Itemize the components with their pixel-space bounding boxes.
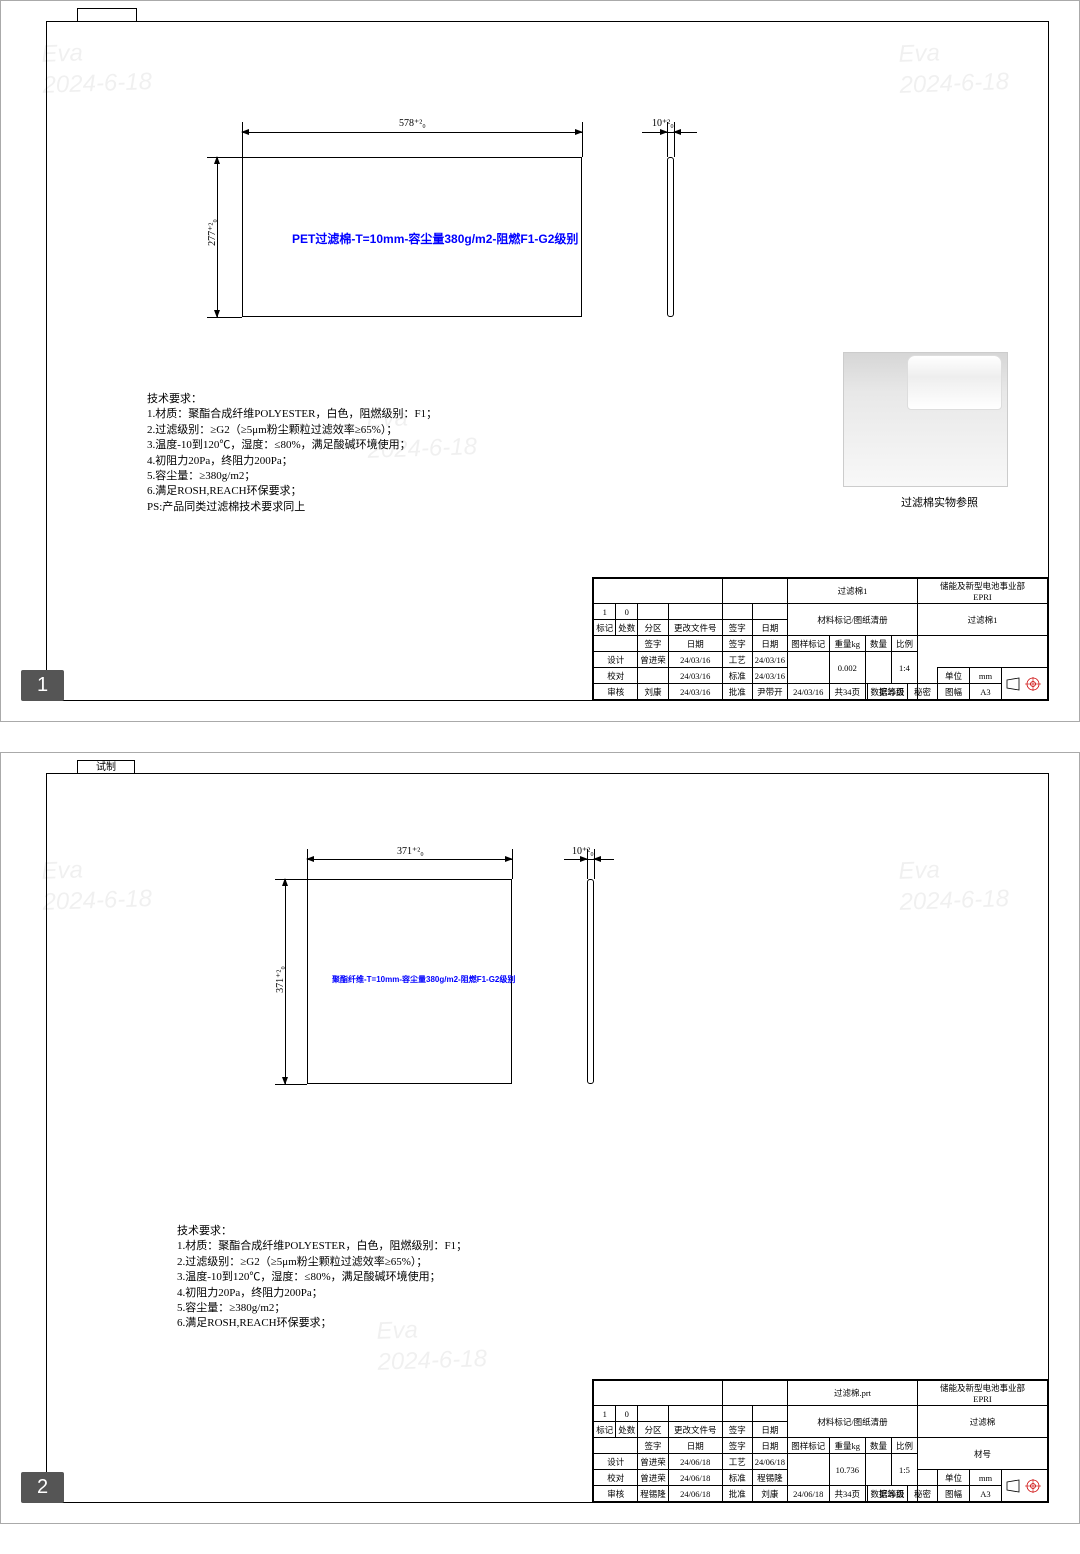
page-number-badge: 1 (21, 670, 64, 701)
part-label: 聚酯纤维-T=10mm-容尘量380g/m2-阻燃F1-G2级别 (332, 974, 515, 985)
tech-requirements: 技术要求： 1.材质：聚酯合成纤维POLYESTER，白色，阻燃级别：F1； 2… (177, 1224, 467, 1332)
photo-caption: 过滤棉实物参照 (901, 494, 978, 510)
dim-thickness: 10⁺²₀ (652, 118, 674, 129)
watermark: Eva2024-6-18 (41, 35, 153, 101)
reference-photo (843, 352, 1008, 487)
dim-height: 277⁺²₀ (207, 219, 218, 246)
dim-width: 371⁺²₀ (397, 846, 424, 857)
title-block: 过滤棉1 储能及新型电池事业部EPRI 10 材料标记/图纸清册 过滤棉1 标记… (592, 577, 1048, 700)
side-view (667, 157, 674, 317)
drawing-page-2: 试制 Eva2024-6-18 Eva2024-6-18 Eva2024-6-1… (0, 752, 1080, 1524)
watermark: Eva2024-6-18 (41, 852, 153, 918)
dim-width: 578⁺²₀ (399, 118, 426, 129)
watermark: Eva2024-6-18 (898, 35, 1010, 101)
tab-label: 试制 (77, 760, 135, 774)
page-number-badge: 2 (21, 1472, 64, 1503)
title-block: 过滤棉.prt 储能及新型电池事业部EPRI 10 材料标记/图纸清册 过滤棉 … (592, 1379, 1048, 1502)
drawing-frame: 试制 Eva2024-6-18 Eva2024-6-18 Eva2024-6-1… (46, 773, 1049, 1503)
drawing-page-1: Eva2024-6-18 Eva2024-6-18 Eva2024-6-18 P… (0, 0, 1080, 722)
tab-label-empty (77, 8, 137, 22)
drawing-frame: Eva2024-6-18 Eva2024-6-18 Eva2024-6-18 P… (46, 21, 1049, 701)
tech-requirements: 技术要求： 1.材质：聚酯合成纤维POLYESTER，白色，阻燃级别：F1； 2… (147, 392, 437, 515)
part-label: PET过滤棉-T=10mm-容尘量380g/m2-阻燃F1-G2级别 (292, 230, 578, 247)
watermark: Eva2024-6-18 (898, 852, 1010, 918)
dim-thickness: 10⁺²₀ (572, 846, 594, 857)
dim-height: 371⁺²₀ (275, 966, 286, 993)
side-view (587, 879, 594, 1084)
